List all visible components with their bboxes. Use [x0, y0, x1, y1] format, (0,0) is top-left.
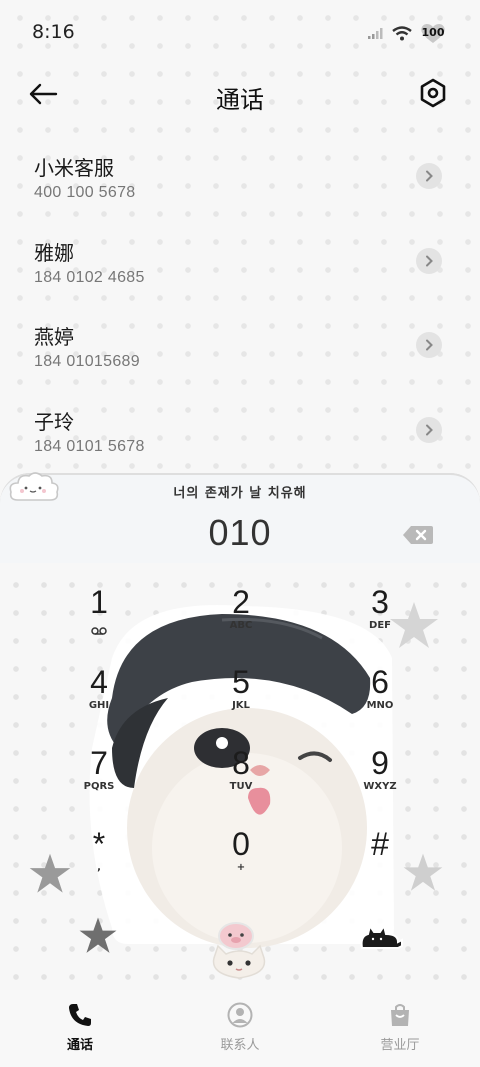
key-digit: 8: [232, 745, 250, 781]
details-button[interactable]: [416, 416, 442, 443]
key-digit: *: [92, 826, 106, 862]
bag-icon: [391, 1004, 409, 1026]
recent-call-row[interactable]: 雅娜 184 0102 4685: [0, 227, 480, 312]
key-4[interactable]: 4 GHI: [57, 664, 141, 738]
nav-contacts[interactable]: 联系人: [160, 990, 320, 1067]
key-2[interactable]: 2 ABC: [199, 584, 283, 658]
key-6[interactable]: 6 MNO: [338, 664, 422, 738]
key-digit: 3: [371, 584, 389, 620]
delete-button[interactable]: [402, 524, 434, 546]
recent-calls-list: 小米客服 400 100 5678 雅娜 184 0102 4685 燕婷 18…: [0, 142, 480, 480]
dialer-caption: 너의 존재가 날 치유해: [173, 486, 307, 501]
back-button[interactable]: [28, 78, 68, 110]
chevron-right-icon: [426, 170, 433, 182]
status-time: 8:16: [32, 21, 75, 43]
key-star[interactable]: * ,: [57, 826, 141, 900]
person-icon: [227, 1002, 253, 1028]
call-button[interactable]: [206, 918, 274, 984]
key-digit: 4: [90, 664, 108, 700]
details-button[interactable]: [416, 163, 442, 189]
key-3[interactable]: 3 DEF: [338, 584, 422, 658]
key-digit: 1: [90, 584, 108, 620]
key-digit: 5: [232, 664, 250, 700]
battery-level: 100: [421, 26, 445, 39]
key-digit: 2: [232, 584, 250, 620]
key-9[interactable]: 9 WXYZ: [338, 745, 422, 819]
signal-icon: [368, 28, 383, 39]
bottom-nav: 通话 联系人 营业厅: [0, 990, 480, 1067]
voicemail-icon: [91, 627, 107, 635]
details-button[interactable]: [416, 247, 442, 274]
contact-number: 184 0101 5678: [34, 437, 145, 455]
contact-name: 雅娜: [34, 240, 74, 265]
key-letters: +: [236, 862, 246, 873]
key-letters: WXYZ: [363, 781, 397, 792]
key-letters: ABC: [229, 620, 253, 631]
key-8[interactable]: 8 TUV: [199, 745, 283, 819]
key-letters: DEF: [369, 620, 391, 631]
status-icons: 100: [368, 22, 446, 44]
nav-calls[interactable]: 通话: [0, 990, 160, 1067]
contact-number: 184 0102 4685: [34, 268, 145, 286]
contact-number: 184 01015689: [34, 353, 140, 370]
key-letters: JKL: [232, 700, 250, 711]
black-cat-sticker-icon: [360, 923, 403, 949]
key-letters: MNO: [366, 700, 394, 711]
contact-name: 子玲: [34, 409, 74, 434]
battery-icon: 100: [420, 22, 446, 44]
cat-call-icon: [212, 922, 266, 979]
star-icon: [79, 917, 117, 953]
chevron-right-icon: [426, 424, 433, 435]
key-7[interactable]: 7 PQRS: [57, 745, 141, 819]
key-digit: 0: [232, 826, 250, 862]
recent-call-row[interactable]: 燕婷 184 01015689: [0, 311, 480, 396]
key-digit: 7: [90, 745, 108, 781]
contact-name: 燕婷: [34, 325, 74, 349]
backspace-icon: [403, 526, 433, 544]
arrow-left-icon: [29, 83, 58, 105]
chevron-right-icon: [426, 255, 433, 266]
contact-name: 小米客服: [34, 156, 114, 180]
key-digit: 9: [371, 745, 389, 781]
settings-button[interactable]: [414, 74, 452, 112]
key-letters: GHI: [88, 700, 110, 711]
nav-label: 联系人: [220, 1038, 260, 1053]
key-letters: TUV: [229, 781, 253, 792]
nav-label: 通话: [66, 1038, 93, 1053]
key-digit: #: [371, 826, 389, 862]
contact-number: 400 100 5678: [34, 184, 136, 201]
key-hash[interactable]: #: [338, 826, 422, 900]
key-5[interactable]: 5 JKL: [199, 664, 283, 738]
key-letters: PQRS: [83, 781, 115, 792]
nav-store[interactable]: 营业厅: [320, 990, 480, 1067]
nav-label: 营业厅: [380, 1038, 420, 1053]
key-0[interactable]: 0 +: [199, 826, 283, 900]
details-button[interactable]: [416, 332, 442, 358]
wifi-icon: [392, 25, 412, 40]
phone-icon: [69, 1004, 91, 1026]
chevron-right-icon: [426, 339, 433, 351]
hexagon-settings-icon: [420, 78, 446, 108]
key-letters: ,: [97, 862, 101, 873]
recent-call-row[interactable]: 子玲 184 0101 5678: [0, 396, 480, 481]
key-1[interactable]: 1: [57, 584, 141, 658]
page-title: 通话: [216, 86, 264, 114]
recent-call-row[interactable]: 小米客服 400 100 5678: [0, 142, 480, 227]
key-digit: 6: [371, 664, 389, 700]
